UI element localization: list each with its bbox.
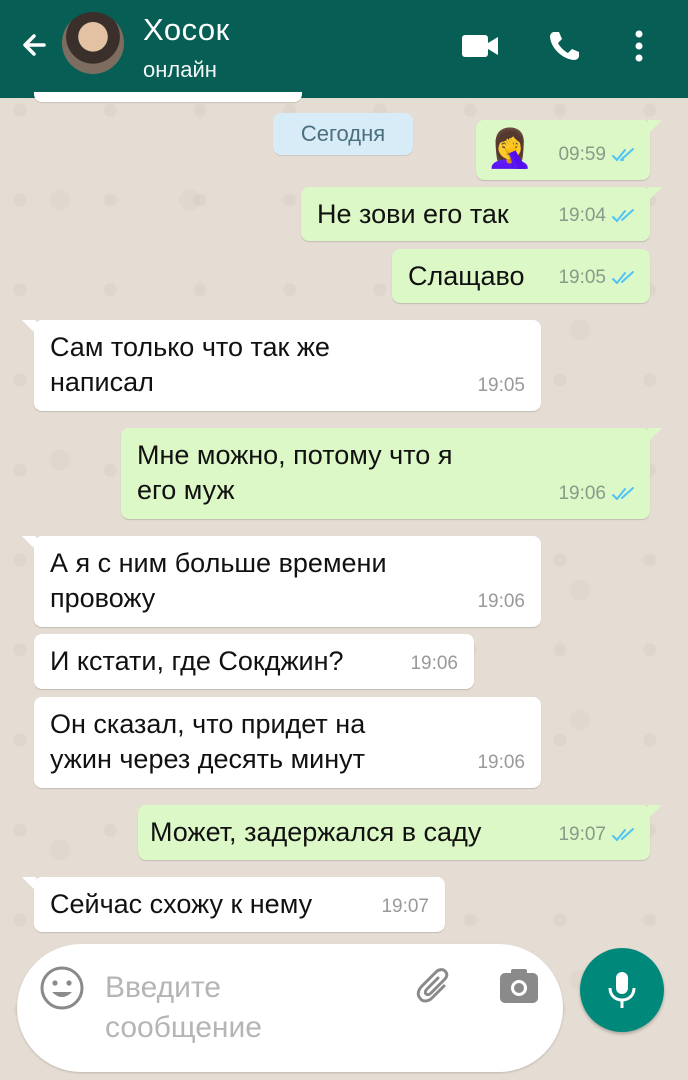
message-meta: 19:05 (558, 260, 638, 295)
message-time: 19:06 (477, 591, 525, 612)
phone-icon[interactable] (544, 26, 588, 66)
message-text-line: А я с ним больше времени (50, 548, 387, 578)
message-time: 19:06 (558, 483, 606, 504)
message-time: 19:07 (381, 896, 429, 917)
message-incoming[interactable]: А я с ним больше времени провожу 19:06 (22, 536, 541, 627)
more-vertical-icon[interactable] (626, 26, 652, 66)
message-text-line: Мне можно, потому что я (137, 440, 453, 470)
message-outgoing[interactable]: Может, задержался в саду 19:07 (138, 805, 662, 860)
message-outgoing[interactable]: Мне можно, потому что я его муж 19:06 (121, 428, 662, 519)
message-outgoing[interactable]: Слащаво 19:05 (392, 249, 650, 303)
message-text: Сейчас схожу к нему (50, 889, 313, 919)
message-input-placeholder[interactable]: Введите сообщение (105, 968, 345, 1048)
message-time: 19:07 (558, 824, 606, 845)
message-outgoing[interactable]: Не зови его так 19:04 (301, 187, 662, 241)
message-text-line: Он сказал, что придет на (50, 709, 366, 739)
paperclip-icon[interactable] (414, 966, 456, 1008)
microphone-icon (608, 972, 636, 1008)
message-text-line: провожу (50, 583, 156, 613)
contact-status: онлайн (143, 57, 217, 82)
read-ticks-icon (612, 270, 634, 284)
message-time: 19:05 (477, 375, 525, 396)
message-text: Не зови его так (317, 199, 509, 229)
message-text-line: ужин через десять минут (50, 744, 366, 774)
message-meta: 19:05 (477, 368, 525, 403)
message-text: Слащаво (408, 261, 525, 291)
message-text-line: его муж (137, 475, 235, 505)
message-incoming[interactable]: Он сказал, что придет на ужин через деся… (34, 697, 541, 788)
chat-header: Хосок онлайн (0, 0, 688, 98)
message-meta: 19:06 (477, 584, 525, 619)
message-meta: 19:07 (558, 817, 638, 852)
chat-screen: Хосок онлайн Сегодня 🤦‍♀️ 09:59 Не зови … (0, 0, 688, 1080)
message-text-line: Сам только что так же (50, 332, 330, 362)
message-meta: 19:04 (558, 198, 638, 233)
message-text: Он сказал, что придет на ужин через деся… (50, 707, 365, 777)
read-ticks-icon (612, 147, 634, 161)
message-text: И кстати, где Сокджин? (50, 646, 344, 676)
message-time: 19:06 (410, 653, 458, 674)
emoji-icon[interactable] (38, 964, 86, 1012)
read-ticks-icon (612, 827, 634, 841)
message-time: 09:59 (558, 144, 606, 165)
read-ticks-icon (612, 486, 634, 500)
message-outgoing[interactable]: 🤦‍♀️ 09:59 (476, 120, 662, 180)
message-incoming[interactable]: Сам только что так же написал 19:05 (22, 320, 541, 411)
message-text-line: написал (50, 367, 154, 397)
date-divider: Сегодня (273, 113, 413, 155)
voice-record-button[interactable] (580, 948, 664, 1032)
message-meta: 19:06 (477, 745, 525, 780)
contact-name[interactable]: Хосок (143, 12, 230, 48)
video-call-icon[interactable] (458, 26, 502, 66)
previous-message-edge (34, 92, 302, 102)
placeholder-line: Введите (105, 971, 221, 1004)
message-input-bar[interactable]: Введите сообщение (17, 944, 563, 1072)
camera-icon[interactable] (497, 964, 541, 1008)
message-incoming[interactable]: Сейчас схожу к нему 19:07 (22, 877, 445, 932)
facepalm-emoji: 🤦‍♀️ (486, 128, 534, 170)
message-meta: 19:06 (558, 476, 638, 511)
message-time: 19:04 (558, 205, 606, 226)
message-text: Сам только что так же написал (50, 330, 330, 400)
message-meta: 09:59 (558, 137, 638, 172)
arrow-left-icon[interactable] (14, 26, 54, 66)
message-meta: 19:07 (381, 889, 429, 924)
message-text: Мне можно, потому что я его муж (137, 438, 452, 508)
message-meta: 19:06 (410, 646, 458, 681)
placeholder-line: сообщение (105, 1011, 262, 1044)
message-text: Может, задержался в саду (150, 817, 482, 847)
message-incoming[interactable]: И кстати, где Сокджин? 19:06 (34, 634, 474, 689)
message-time: 19:06 (477, 752, 525, 773)
avatar[interactable] (62, 12, 124, 74)
message-text: А я с ним больше времени провожу (50, 546, 387, 616)
message-time: 19:05 (558, 267, 606, 288)
read-ticks-icon (612, 208, 634, 222)
